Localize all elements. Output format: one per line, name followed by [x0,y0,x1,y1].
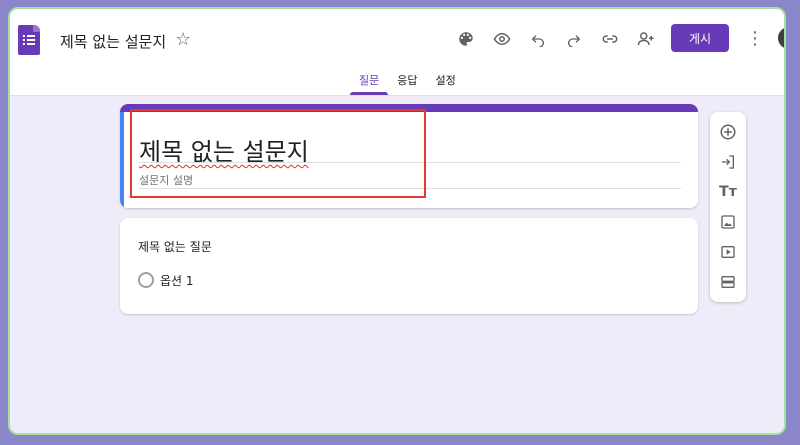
option-label[interactable]: 옵션 1 [160,272,194,289]
more-options-icon[interactable]: ⋮ [746,28,764,49]
highlight-annotation [130,109,426,198]
forms-logo-icon[interactable] [18,25,40,55]
active-card-indicator [120,112,124,208]
link-icon[interactable] [597,26,623,52]
document-title[interactable]: 제목 없는 설문지 [60,31,166,52]
import-questions-icon[interactable] [710,148,746,176]
add-title-icon[interactable]: Tт [710,178,746,206]
question-title[interactable]: 제목 없는 질문 [138,238,212,255]
app-bar: 제목 없는 설문지 ☆ 게시 ⋮ [10,9,784,73]
avatar[interactable] [778,27,784,49]
add-collaborator-icon[interactable] [633,26,659,52]
window: 제목 없는 설문지 ☆ 게시 ⋮ 질문 응답 설정 제목 없는 설문지 설문지 … [8,7,786,435]
add-image-icon[interactable] [710,208,746,236]
star-icon[interactable]: ☆ [175,29,191,50]
palette-icon[interactable] [453,26,479,52]
floating-toolbar: Tт [710,112,746,302]
form-tabs: 질문 응답 설정 [350,73,465,95]
add-question-icon[interactable] [710,118,746,146]
undo-icon[interactable] [525,26,551,52]
tab-questions[interactable]: 질문 [350,73,389,95]
publish-button[interactable]: 게시 [671,24,729,52]
add-video-icon[interactable] [710,238,746,266]
question-card[interactable]: 제목 없는 질문 옵션 1 [120,218,698,314]
tab-settings[interactable]: 설정 [427,73,465,95]
radio-button [138,272,154,288]
preview-eye-icon[interactable] [489,26,515,52]
redo-icon[interactable] [561,26,587,52]
outer-frame: 제목 없는 설문지 ☆ 게시 ⋮ 질문 응답 설정 제목 없는 설문지 설문지 … [0,0,800,445]
tab-responses[interactable]: 응답 [388,73,426,95]
add-section-icon[interactable] [710,268,746,296]
